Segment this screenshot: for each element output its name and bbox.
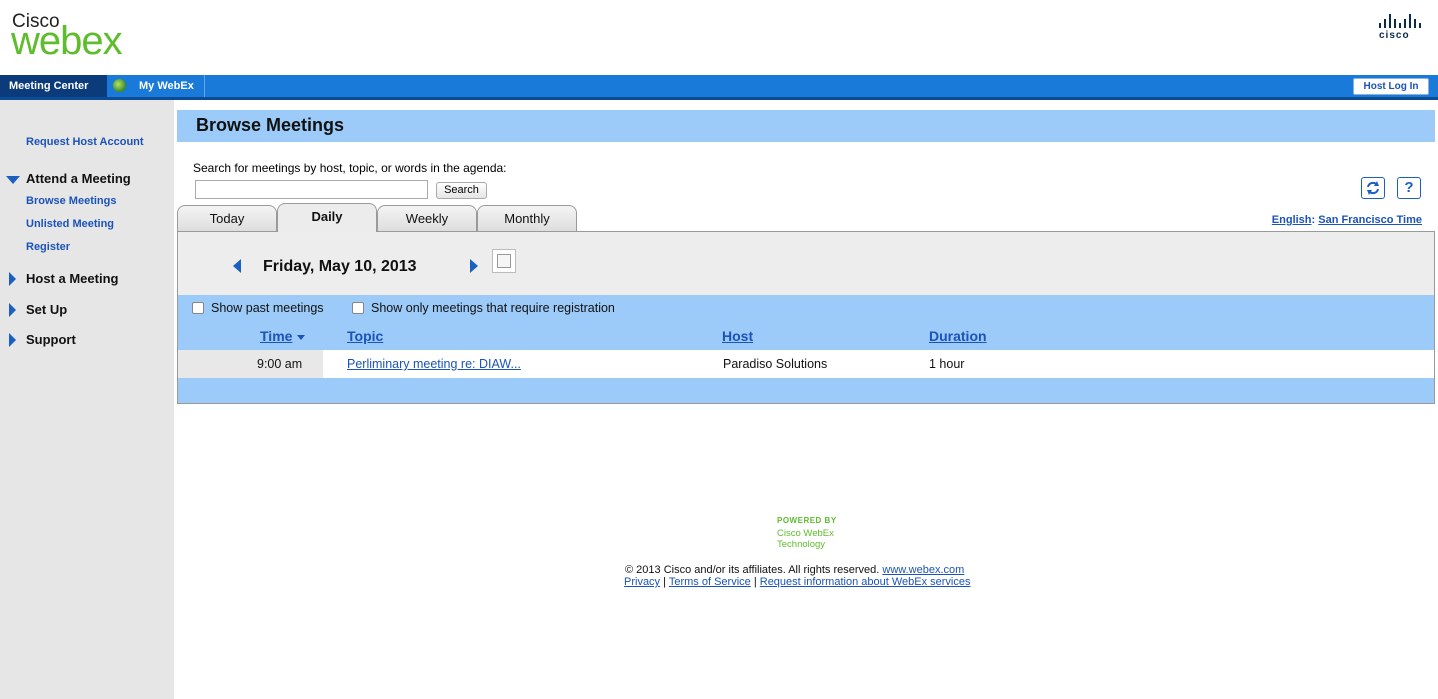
title-bar (177, 110, 1435, 142)
cell-time: 9:00 am (257, 357, 303, 371)
language-timezone: English: San Francisco Time (1272, 214, 1422, 226)
previous-day-arrow-icon[interactable] (233, 259, 241, 273)
sidebar-item-register[interactable]: Register (26, 241, 70, 253)
sidebar-request-host-account[interactable]: Request Host Account (26, 136, 144, 148)
sidebar (0, 100, 174, 699)
tab-monthly[interactable]: Monthly (477, 205, 577, 231)
sidebar-host-a-meeting[interactable]: Host a Meeting (26, 271, 118, 286)
tab-weekly[interactable]: Weekly (377, 205, 477, 231)
header: Cisco webex cisco (0, 0, 1438, 75)
column-header-duration[interactable]: Duration (929, 328, 987, 344)
show-past-meetings-checkbox[interactable] (192, 302, 204, 314)
cell-host: Paradiso Solutions (723, 357, 828, 371)
nav-tab-meeting-center[interactable]: Meeting Center (0, 75, 107, 97)
sort-descending-icon[interactable] (297, 335, 305, 340)
column-header-topic[interactable]: Topic (347, 328, 383, 344)
collapsed-triangle-icon[interactable] (9, 333, 16, 347)
language-link[interactable]: English (1272, 214, 1312, 226)
cisco-logo: cisco (1379, 14, 1423, 42)
terms-of-service-link[interactable]: Terms of Service (669, 576, 751, 588)
next-day-arrow-icon[interactable] (470, 259, 478, 273)
cisco-webex-logo-webex: webex (11, 19, 123, 63)
column-header-host[interactable]: Host (722, 328, 753, 344)
help-icon[interactable]: ? (1397, 177, 1421, 199)
cell-topic-link[interactable]: Perliminary meeting re: DIAW... (347, 357, 521, 371)
powered-by-technology: Cisco WebEx Technology (777, 528, 834, 550)
collapsed-triangle-icon[interactable] (9, 272, 16, 286)
registration-only-checkbox[interactable] (352, 302, 364, 314)
sidebar-item-unlisted-meeting[interactable]: Unlisted Meeting (26, 218, 114, 230)
sidebar-support[interactable]: Support (26, 332, 76, 347)
globe-icon (113, 79, 126, 92)
search-input[interactable] (195, 180, 428, 199)
registration-only-label: Show only meetings that require registra… (371, 301, 615, 315)
calendar-icon[interactable] (492, 249, 516, 273)
sidebar-set-up[interactable]: Set Up (26, 302, 67, 317)
filter-bar (178, 295, 1434, 322)
refresh-icon[interactable] (1361, 177, 1385, 199)
search-label: Search for meetings by host, topic, or w… (193, 161, 507, 175)
copyright-text: © 2013 Cisco and/or its affiliates. All … (625, 564, 880, 576)
cisco-bars-icon (1379, 14, 1421, 28)
host-log-in-button[interactable]: Host Log In (1353, 78, 1429, 95)
column-header-time[interactable]: Time (260, 328, 292, 344)
show-past-meetings-label: Show past meetings (211, 301, 324, 315)
collapsed-triangle-icon[interactable] (9, 303, 16, 317)
footer-separator: | (663, 576, 666, 588)
sidebar-attend-a-meeting[interactable]: Attend a Meeting (26, 171, 131, 186)
expanded-triangle-icon[interactable] (6, 176, 20, 184)
webex-site-link[interactable]: www.webex.com (882, 564, 964, 576)
footer-separator: | (753, 576, 757, 588)
sidebar-item-browse-meetings[interactable]: Browse Meetings (26, 195, 116, 207)
page-title: Browse Meetings (196, 115, 345, 135)
request-info-link[interactable]: Request information about WebEx services (760, 576, 971, 588)
current-date: Friday, May 10, 2013 (263, 258, 417, 275)
powered-by-label: POWERED BY (777, 516, 837, 525)
privacy-link[interactable]: Privacy (624, 576, 660, 588)
tab-daily[interactable]: Daily (277, 203, 377, 232)
cell-duration: 1 hour (929, 357, 965, 371)
language-separator: : (1311, 214, 1316, 226)
search-button[interactable]: Search (436, 182, 487, 199)
tab-today[interactable]: Today (177, 205, 277, 231)
footer-links: Privacy | Terms of Service | Request inf… (624, 576, 971, 588)
table-footer (178, 378, 1434, 403)
cisco-wordmark: cisco (1379, 30, 1410, 41)
top-nav-bar: Meeting Center My WebEx (0, 75, 1438, 100)
timezone-link[interactable]: San Francisco Time (1318, 214, 1422, 226)
copyright: © 2013 Cisco and/or its affiliates. All … (625, 564, 964, 576)
